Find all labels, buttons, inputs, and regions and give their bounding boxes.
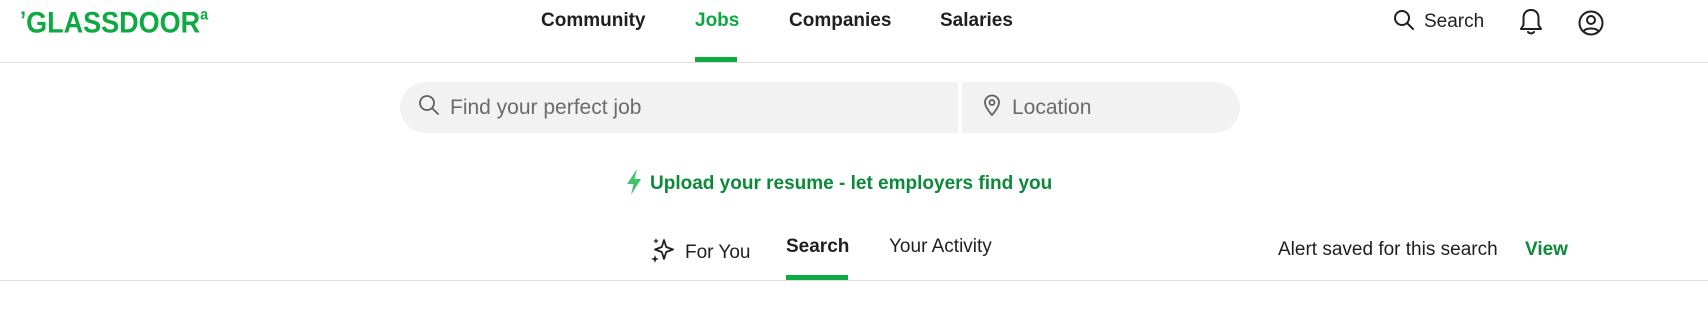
tab-for-you-label: For You: [685, 242, 751, 263]
alert-saved-text: Alert saved for this search: [1278, 239, 1498, 260]
search-icon: [1393, 9, 1415, 36]
job-search-input[interactable]: [450, 95, 870, 120]
location-input[interactable]: [1012, 95, 1222, 120]
tab-search[interactable]: Search: [786, 236, 849, 258]
job-search-bar: [400, 82, 1240, 133]
tab-your-activity[interactable]: Your Activity: [889, 236, 992, 258]
view-alert-link[interactable]: View: [1525, 239, 1568, 261]
sparkle-icon: [649, 236, 675, 270]
tabs-divider: [0, 280, 1708, 281]
location-pin-icon: [982, 94, 1002, 121]
logo-text: GLASSDOOR: [26, 6, 201, 39]
lightning-icon: [624, 168, 644, 201]
upload-resume-link[interactable]: Upload your resume - let employers find …: [624, 168, 1053, 201]
user-icon[interactable]: [1578, 10, 1604, 41]
nav-companies[interactable]: Companies: [789, 10, 891, 32]
glassdoor-logo[interactable]: ’GLASSDOORª: [20, 6, 208, 40]
job-search-field[interactable]: [400, 82, 958, 133]
nav-jobs[interactable]: Jobs: [695, 10, 739, 32]
nav-salaries[interactable]: Salaries: [940, 10, 1013, 32]
top-navigation-bar: ’GLASSDOORª Community Jobs Companies Sal…: [0, 0, 1708, 63]
tab-for-you[interactable]: For You: [649, 236, 751, 270]
nav-active-indicator: [695, 57, 737, 62]
bell-icon[interactable]: [1519, 8, 1543, 41]
upload-resume-text: Upload your resume - let employers find …: [650, 173, 1053, 194]
header-search-button[interactable]: Search: [1393, 9, 1484, 35]
search-icon: [418, 94, 440, 121]
nav-community[interactable]: Community: [541, 10, 646, 32]
header-search-label: Search: [1424, 11, 1485, 32]
location-field[interactable]: [962, 82, 1240, 133]
